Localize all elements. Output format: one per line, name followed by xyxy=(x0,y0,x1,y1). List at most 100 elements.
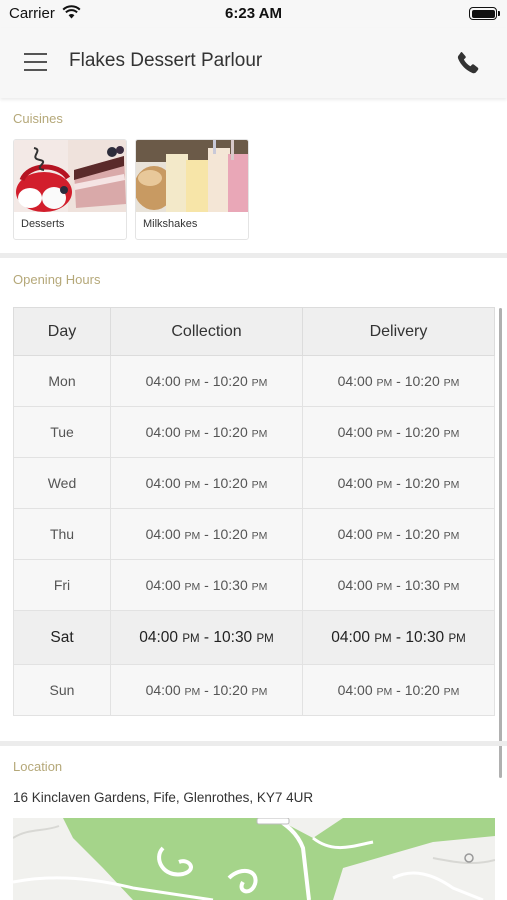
opening-hours-table: Day Collection Delivery Mon 04:00 PM - 10… xyxy=(13,307,495,716)
day-cell: Sat xyxy=(13,610,111,665)
address-text: 16 Kinclaven Gardens, Fife, Glenrothes, … xyxy=(13,790,314,805)
scrollbar[interactable] xyxy=(499,308,502,778)
header-collection: Collection xyxy=(110,307,303,356)
close-time: 10:20 xyxy=(404,682,440,698)
hamburger-menu-icon[interactable] xyxy=(24,53,47,71)
meridiem: PM xyxy=(251,581,268,593)
collection-hours-cell: 04:00 PM - 10:20 PM xyxy=(110,355,303,407)
delivery-hours-cell: 04:00 PM - 10:30 PM xyxy=(302,610,495,665)
meridiem: PM xyxy=(376,581,393,593)
meridiem: PM xyxy=(443,686,460,698)
open-time: 04:00 xyxy=(145,682,181,698)
close-time: 10:20 xyxy=(212,424,248,440)
collection-hours-cell: 04:00 PM - 10:20 PM xyxy=(110,508,303,560)
table-row: Sun 04:00 PM - 10:20 PM 04:00 PM - 10:20 P… xyxy=(13,664,495,716)
section-divider xyxy=(0,253,507,258)
battery-icon xyxy=(469,7,500,20)
cuisine-card-milkshakes[interactable]: Milkshakes xyxy=(135,139,249,240)
open-time: 04:00 xyxy=(145,526,181,542)
close-time: 10:30 xyxy=(213,628,253,646)
close-time: 10:30 xyxy=(405,628,445,646)
close-time: 10:20 xyxy=(212,526,248,542)
desserts-photo xyxy=(14,140,126,212)
open-time: 04:00 xyxy=(337,424,373,440)
time-separator: - xyxy=(396,682,401,698)
delivery-hours-cell: 04:00 PM - 10:30 PM xyxy=(302,559,495,611)
cuisine-card-label: Desserts xyxy=(21,218,65,230)
meridiem: PM xyxy=(184,428,201,440)
day-cell: Tue xyxy=(13,406,111,458)
table-header-row: Day Collection Delivery xyxy=(13,307,495,356)
cuisine-card-label: Milkshakes xyxy=(143,218,198,230)
time-separator: - xyxy=(395,628,402,646)
collection-hours-cell: 04:00 PM - 10:20 PM xyxy=(110,406,303,458)
day-cell: Fri xyxy=(13,559,111,611)
meridiem: PM xyxy=(256,632,274,645)
page-title: Flakes Dessert Parlour xyxy=(69,50,263,71)
close-time: 10:30 xyxy=(404,577,440,593)
close-time: 10:20 xyxy=(212,682,248,698)
header-day: Day xyxy=(13,307,111,356)
close-time: 10:20 xyxy=(212,475,248,491)
header-delivery: Delivery xyxy=(302,307,495,356)
meridiem: PM xyxy=(374,632,392,645)
meridiem: PM xyxy=(251,377,268,389)
cuisine-card-desserts[interactable]: Desserts xyxy=(13,139,127,240)
open-time: 04:00 xyxy=(337,682,373,698)
meridiem: PM xyxy=(184,479,201,491)
day-cell: Mon xyxy=(13,355,111,407)
time-separator: - xyxy=(204,373,209,389)
cuisines-label: Cuisines xyxy=(13,111,63,126)
open-time: 04:00 xyxy=(139,628,179,646)
day-cell: Sun xyxy=(13,664,111,716)
meridiem: PM xyxy=(182,632,200,645)
delivery-hours-cell: 04:00 PM - 10:20 PM xyxy=(302,355,495,407)
open-time: 04:00 xyxy=(145,577,181,593)
meridiem: PM xyxy=(376,428,393,440)
milkshakes-photo xyxy=(136,140,248,212)
day-cell: Wed xyxy=(13,457,111,509)
delivery-hours-cell: 04:00 PM - 10:20 PM xyxy=(302,457,495,509)
meridiem: PM xyxy=(443,428,460,440)
close-time: 10:20 xyxy=(212,373,248,389)
open-time: 04:00 xyxy=(337,577,373,593)
hours-body: Mon 04:00 PM - 10:20 PM 04:00 PM - 10:20 P… xyxy=(13,355,495,716)
meridiem: PM xyxy=(376,686,393,698)
meridiem: PM xyxy=(184,686,201,698)
nav-bar: Flakes Dessert Parlour xyxy=(0,28,507,98)
meridiem: PM xyxy=(251,479,268,491)
time-separator: - xyxy=(204,577,209,593)
time-separator: - xyxy=(204,475,209,491)
status-time: 6:23 AM xyxy=(225,5,282,22)
table-row: Tue 04:00 PM - 10:20 PM 04:00 PM - 10:20 P… xyxy=(13,406,495,458)
close-time: 10:20 xyxy=(404,526,440,542)
phone-icon[interactable] xyxy=(455,50,481,76)
open-time: 04:00 xyxy=(145,475,181,491)
delivery-hours-cell: 04:00 PM - 10:20 PM xyxy=(302,508,495,560)
close-time: 10:20 xyxy=(404,373,440,389)
collection-hours-cell: 04:00 PM - 10:30 PM xyxy=(110,610,303,665)
close-time: 10:30 xyxy=(212,577,248,593)
status-bar: Carrier 6:23 AM xyxy=(0,0,507,28)
location-map[interactable] xyxy=(13,818,495,900)
close-time: 10:20 xyxy=(404,424,440,440)
delivery-hours-cell: 04:00 PM - 10:20 PM xyxy=(302,664,495,716)
table-row: Sat 04:00 PM - 10:30 PM 04:00 PM - 10:30 P… xyxy=(13,610,495,665)
meridiem: PM xyxy=(443,377,460,389)
table-row: Fri 04:00 PM - 10:30 PM 04:00 PM - 10:30 P… xyxy=(13,559,495,611)
meridiem: PM xyxy=(184,581,201,593)
collection-hours-cell: 04:00 PM - 10:30 PM xyxy=(110,559,303,611)
meridiem: PM xyxy=(251,686,268,698)
time-separator: - xyxy=(203,628,210,646)
time-separator: - xyxy=(396,577,401,593)
time-separator: - xyxy=(204,526,209,542)
meridiem: PM xyxy=(448,632,466,645)
time-separator: - xyxy=(396,475,401,491)
meridiem: PM xyxy=(443,581,460,593)
open-time: 04:00 xyxy=(145,373,181,389)
collection-hours-cell: 04:00 PM - 10:20 PM xyxy=(110,664,303,716)
time-separator: - xyxy=(396,424,401,440)
meridiem: PM xyxy=(443,530,460,542)
meridiem: PM xyxy=(251,428,268,440)
open-time: 04:00 xyxy=(145,424,181,440)
